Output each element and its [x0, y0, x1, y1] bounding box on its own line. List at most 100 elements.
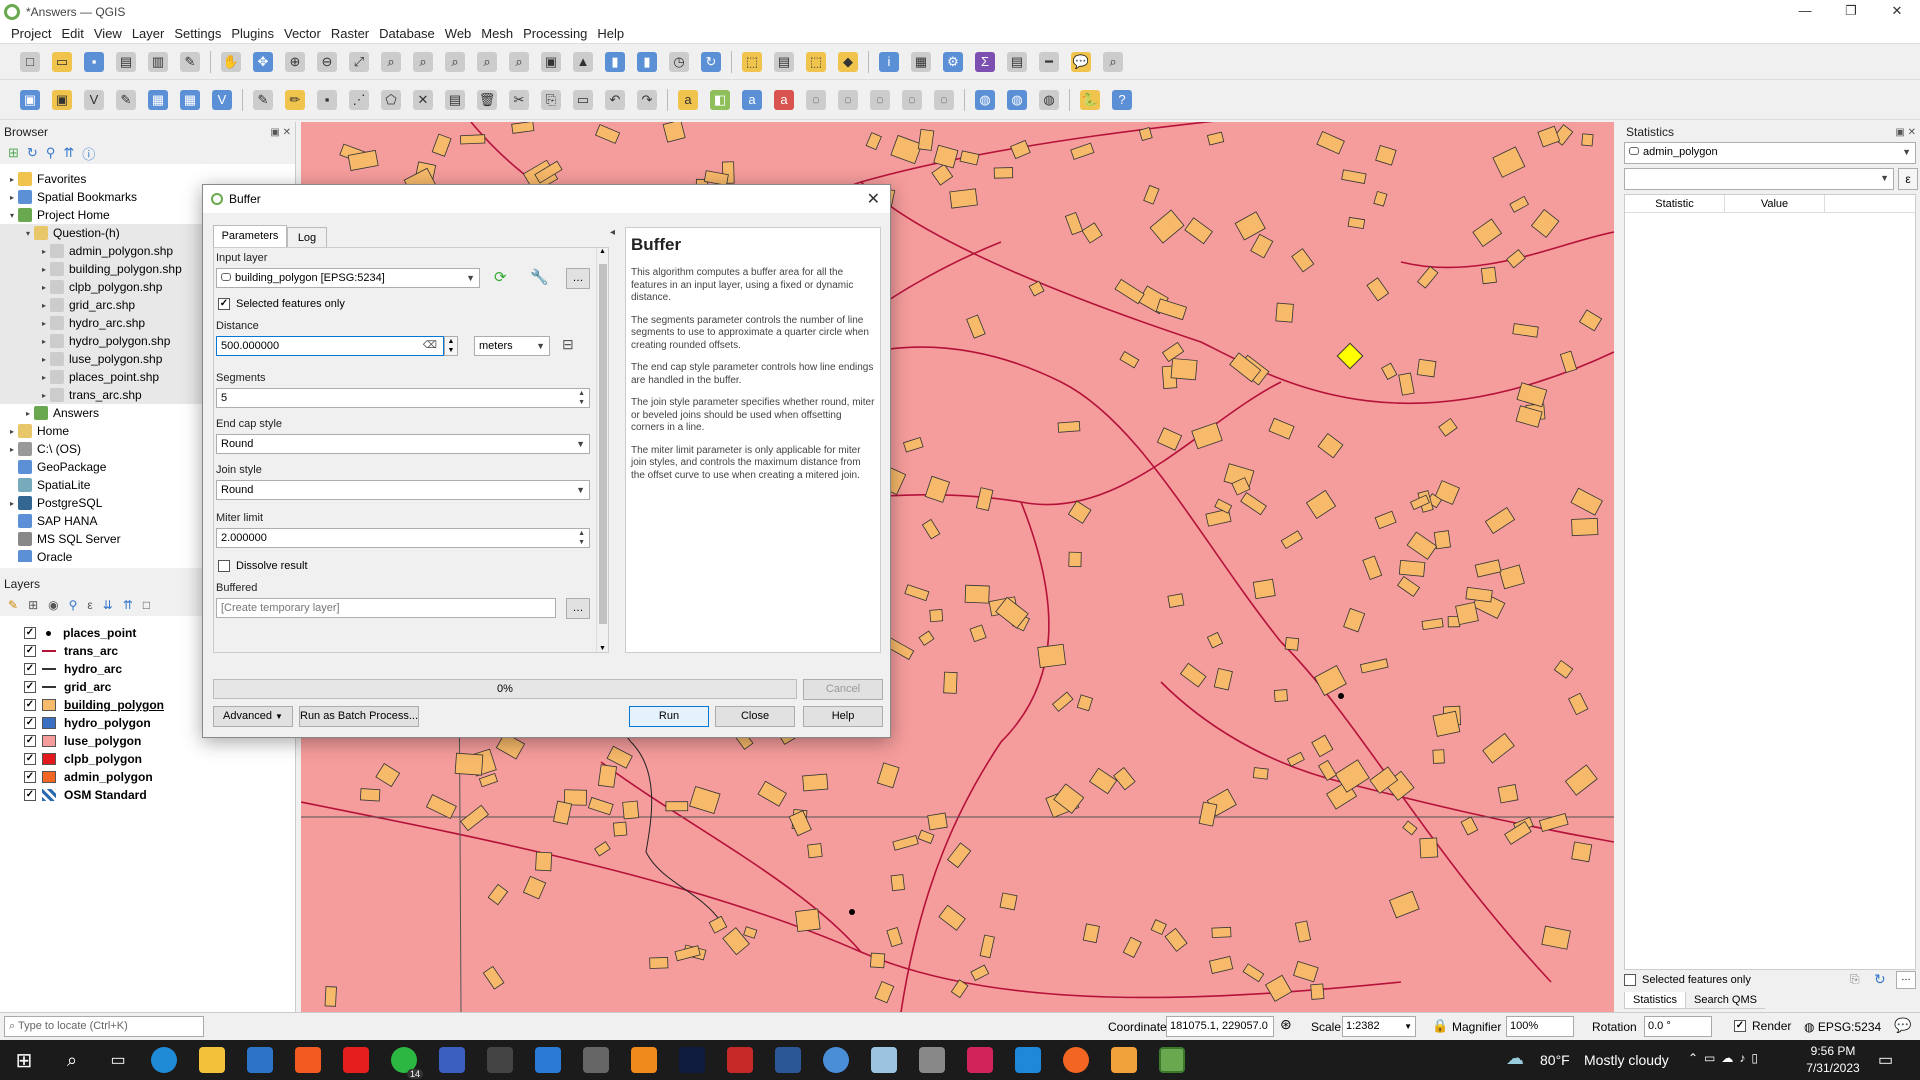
- building-polygon[interactable]: [454, 752, 484, 776]
- redo-icon[interactable]: ↷: [637, 89, 657, 110]
- filter-expression-icon[interactable]: ε: [87, 598, 92, 612]
- filter-legend-icon[interactable]: ⚲: [69, 598, 78, 612]
- menu-edit[interactable]: Edit: [61, 26, 83, 41]
- close-button[interactable]: Close: [715, 706, 795, 727]
- clock-time[interactable]: 9:56 PM: [1800, 1044, 1866, 1058]
- dialog-close-icon[interactable]: ✕: [867, 189, 880, 209]
- layer-visibility-checkbox[interactable]: ✓: [24, 627, 36, 639]
- building-polygon[interactable]: [622, 800, 640, 820]
- building-polygon[interactable]: [802, 773, 829, 792]
- toggle-extents-icon[interactable]: ⊛: [1280, 1016, 1292, 1033]
- deselect-icon[interactable]: ⬚: [806, 51, 826, 72]
- menu-view[interactable]: View: [94, 26, 122, 41]
- buffered-output-input[interactable]: [Create temporary layer]: [216, 598, 556, 618]
- building-polygon[interactable]: [929, 609, 944, 623]
- chevron-right-icon[interactable]: ▸: [6, 499, 18, 508]
- show-bookmarks-icon[interactable]: ▮: [637, 51, 657, 72]
- collapse-layers-icon[interactable]: ⇈: [123, 598, 133, 612]
- label-properties-icon[interactable]: ◌: [934, 89, 954, 110]
- menu-vector[interactable]: Vector: [284, 26, 321, 41]
- building-polygon[interactable]: [1211, 926, 1232, 939]
- chevron-right-icon[interactable]: ▸: [38, 373, 50, 382]
- word-icon[interactable]: [775, 1047, 801, 1073]
- locator-plugin-icon[interactable]: ⌕: [1103, 51, 1123, 72]
- label-highlight-icon[interactable]: a: [774, 89, 794, 110]
- miter-spinner-icon[interactable]: ▲ ▼: [578, 529, 585, 547]
- building-polygon[interactable]: [1068, 551, 1082, 568]
- chevron-right-icon[interactable]: ▸: [6, 445, 18, 454]
- building-polygon[interactable]: [890, 874, 905, 892]
- app-icon[interactable]: [583, 1047, 609, 1073]
- building-polygon[interactable]: [1416, 358, 1437, 378]
- data-defined-override-icon[interactable]: ⊟: [562, 336, 574, 353]
- parameters-scrollbar[interactable]: ▲ ▼: [596, 248, 608, 652]
- vlc-icon[interactable]: [631, 1047, 657, 1073]
- building-polygon[interactable]: [1432, 710, 1461, 737]
- building-polygon[interactable]: [1275, 302, 1294, 323]
- dissolve-row[interactable]: Dissolve result: [218, 560, 308, 572]
- chevron-right-icon[interactable]: ▸: [22, 409, 34, 418]
- menu-settings[interactable]: Settings: [174, 26, 221, 41]
- zoom-next-icon[interactable]: ⌕: [509, 51, 529, 72]
- batch-process-button[interactable]: Run as Batch Process...: [299, 706, 419, 727]
- digitize-icon[interactable]: ⋰: [349, 89, 369, 110]
- add-layer-icon[interactable]: ▦: [148, 89, 168, 110]
- app-icon[interactable]: [439, 1047, 465, 1073]
- edge-icon[interactable]: [151, 1047, 177, 1073]
- data-source-manager-icon[interactable]: ▣: [20, 89, 40, 110]
- building-polygon[interactable]: [535, 851, 553, 872]
- building-polygon[interactable]: [999, 892, 1018, 911]
- place-point[interactable]: [849, 909, 855, 915]
- layer-visibility-checkbox[interactable]: ✓: [24, 663, 36, 675]
- layout-manager-icon[interactable]: ▥: [148, 51, 168, 72]
- stats-selected-only-row[interactable]: Selected features only: [1624, 974, 1751, 986]
- new-map-view-icon[interactable]: ▣: [541, 51, 561, 72]
- col-statistic[interactable]: Statistic: [1625, 195, 1725, 212]
- label-toolbar-icon[interactable]: a: [678, 89, 698, 110]
- label-pin-icon[interactable]: a: [742, 89, 762, 110]
- label-change-icon[interactable]: ◌: [870, 89, 890, 110]
- label-rotate-icon[interactable]: ◌: [838, 89, 858, 110]
- close-window-button[interactable]: ✕: [1874, 0, 1920, 24]
- render-checkbox[interactable]: ✓: [1734, 1020, 1746, 1032]
- expression-icon[interactable]: ε: [1898, 168, 1918, 190]
- chevron-right-icon[interactable]: ▸: [6, 193, 18, 202]
- app-icon[interactable]: [919, 1047, 945, 1073]
- app-icon[interactable]: [535, 1047, 561, 1073]
- new-bookmark-icon[interactable]: ▮: [605, 51, 625, 72]
- selected-only-checkbox[interactable]: ✓: [218, 298, 230, 310]
- building-polygon[interactable]: [460, 134, 486, 145]
- building-polygon[interactable]: [1571, 841, 1593, 863]
- label-move-icon[interactable]: ◌: [806, 89, 826, 110]
- measure-line-icon[interactable]: ━: [1039, 51, 1059, 72]
- xampp-icon[interactable]: [1111, 1047, 1137, 1073]
- building-polygon[interactable]: [807, 843, 823, 859]
- windows-start-icon[interactable]: ⊞: [0, 1048, 48, 1073]
- layer-visibility-checkbox[interactable]: ✓: [24, 789, 36, 801]
- chevron-down-icon[interactable]: ▾: [6, 211, 18, 220]
- help-button[interactable]: Help: [803, 706, 883, 727]
- file-explorer-icon[interactable]: [199, 1047, 225, 1073]
- building-polygon[interactable]: [359, 788, 381, 802]
- building-polygon[interactable]: [1571, 517, 1599, 537]
- chevron-right-icon[interactable]: ▸: [6, 427, 18, 436]
- acrobat-icon[interactable]: [727, 1047, 753, 1073]
- identify-features-icon[interactable]: i: [879, 51, 899, 72]
- toolbox-icon[interactable]: ⚙: [943, 51, 963, 72]
- tab-log[interactable]: Log: [287, 227, 327, 247]
- expand-all-icon[interactable]: ⇊: [103, 598, 113, 612]
- save-edits-icon[interactable]: ▪: [317, 89, 337, 110]
- crs-button[interactable]: ◍ EPSG:5234: [1804, 1020, 1881, 1034]
- browser-close-icon[interactable]: ▣ ✕: [270, 127, 291, 138]
- layer-visibility-checkbox[interactable]: ✓: [24, 699, 36, 711]
- globe-plugin-icon[interactable]: ◍: [975, 89, 995, 110]
- add-group-icon[interactable]: ⊞: [28, 598, 38, 612]
- building-polygon[interactable]: [964, 584, 990, 604]
- menu-help[interactable]: Help: [597, 26, 624, 41]
- chevron-right-icon[interactable]: ▸: [38, 247, 50, 256]
- layer-visibility-checkbox[interactable]: ✓: [24, 717, 36, 729]
- quickmapservices-icon[interactable]: ◍: [1039, 89, 1059, 110]
- photoshop-icon[interactable]: [679, 1047, 705, 1073]
- youtube-icon[interactable]: [343, 1047, 369, 1073]
- style-layer-icon[interactable]: ✎: [8, 598, 18, 612]
